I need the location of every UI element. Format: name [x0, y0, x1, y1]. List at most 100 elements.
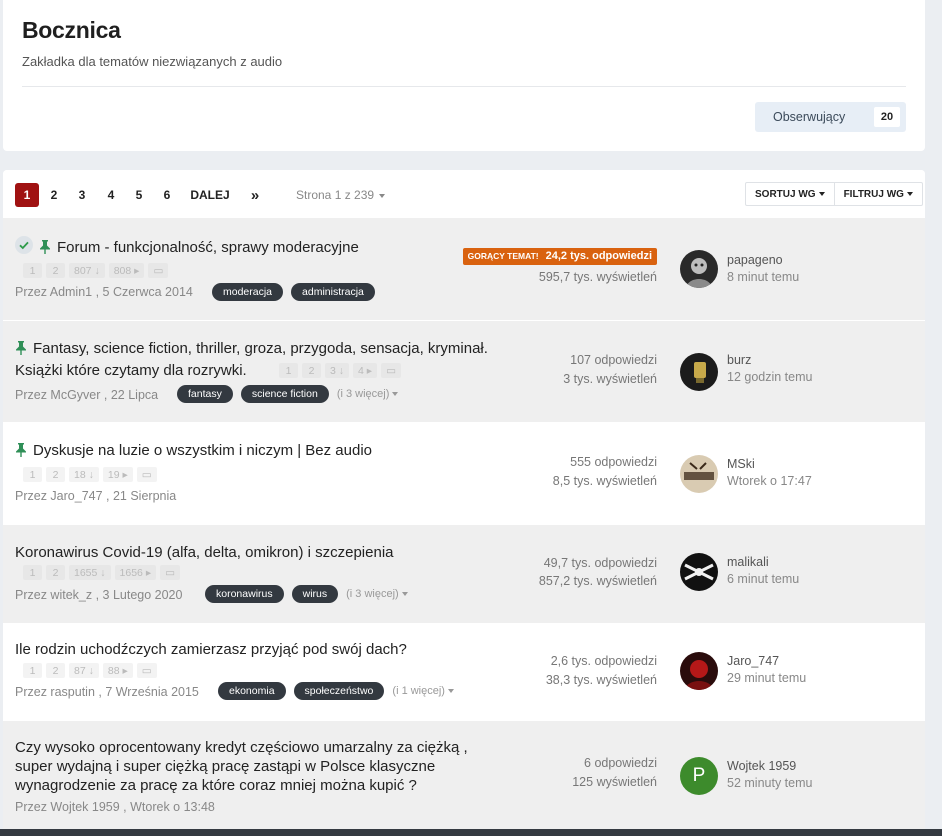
topic-page-link[interactable]: 2 [302, 363, 321, 378]
last-post-time[interactable]: 29 minut temu [727, 670, 806, 687]
topic-page-link[interactable]: 88 ▸ [102, 663, 133, 678]
tag[interactable]: moderacja [212, 283, 284, 301]
topic-title[interactable]: Koronawirus Covid-19 (alfa, delta, omikr… [15, 543, 394, 562]
topic-row[interactable]: Czy wysoko oprocentowany kredyt częściow… [3, 721, 925, 830]
topic-row[interactable]: Forum - funkcjonalność, sprawy moderacyj… [3, 218, 925, 320]
last-post-time[interactable]: 8 minut temu [727, 269, 799, 286]
caret-right-icon: ▸ [366, 364, 373, 377]
topic-page-link[interactable]: 1 [23, 565, 42, 580]
follow-count: 20 [874, 107, 900, 127]
topic-preview-icon[interactable]: ▭ [136, 663, 157, 678]
avatar[interactable]: P [680, 757, 718, 795]
topic-page-link[interactable]: 808 ▸ [108, 263, 145, 278]
topic-page-link[interactable]: 18 ↓ [69, 467, 99, 482]
view-count: 857,2 tys. wyświetleń [538, 574, 657, 588]
topic-title-line[interactable]: Forum - funkcjonalność, sprawy moderacyj… [15, 236, 359, 259]
avatar[interactable] [680, 353, 718, 391]
topic-title[interactable]: Forum - funkcjonalność, sprawy moderacyj… [57, 239, 359, 256]
footer-bar [0, 829, 942, 836]
topic-preview-icon[interactable]: ▭ [136, 467, 157, 482]
page-info: Strona 1 z 239 [296, 188, 375, 202]
tag[interactable]: fantasy [177, 385, 233, 403]
topic-page-link[interactable]: 1 [279, 363, 298, 378]
topic-page-link[interactable]: 3 ↓ [325, 363, 350, 378]
topic-preview-icon[interactable]: ▭ [160, 565, 181, 580]
sort-label: SORTUJ WG [755, 188, 816, 200]
follow-button[interactable]: Obserwujący 20 [755, 102, 906, 132]
topic-page-link[interactable]: 1655 ↓ [69, 565, 111, 580]
topic-page-link[interactable]: 2 [46, 467, 65, 482]
avatar[interactable] [680, 652, 718, 690]
topic-title[interactable]: Dyskusje na luzie o wszystkim i niczym |… [33, 442, 372, 459]
last-poster-name[interactable]: Jaro_747 [727, 653, 806, 670]
page-link-2[interactable]: 2 [47, 183, 61, 207]
last-page-button[interactable]: » [246, 183, 264, 207]
arrow-down-icon: ↓ [338, 364, 345, 377]
page-link-6[interactable]: 6 [160, 183, 174, 207]
topic-title-line-2[interactable]: Książki które czytamy dla rozrywki. [15, 361, 247, 380]
page-link-5[interactable]: 5 [132, 183, 146, 207]
topic-page-link[interactable]: 2 [46, 663, 65, 678]
topic-page-link[interactable]: 2 [46, 565, 65, 580]
topic-page-link[interactable]: 87 ↓ [69, 663, 99, 678]
page-link-3[interactable]: 3 [75, 183, 89, 207]
sort-button[interactable]: SORTUJ WG [746, 183, 834, 205]
topic-page-link[interactable]: 807 ↓ [69, 263, 105, 278]
last-poster: MSki Wtorek o 17:47 [727, 456, 812, 490]
topic-page-link[interactable]: 4 ▸ [353, 363, 378, 378]
topic-preview-icon[interactable]: ▭ [381, 363, 401, 378]
topic-title[interactable]: Fantasy, science fiction, thriller, groz… [33, 340, 488, 357]
topic-title-line[interactable]: Dyskusje na luzie o wszystkim i niczym |… [15, 441, 372, 462]
topic-title-line-3[interactable]: wynagrodzenie za pracę za które coraz mn… [15, 776, 417, 795]
tag[interactable]: społeczeństwo [293, 682, 385, 700]
last-poster-name[interactable]: burz [727, 352, 812, 369]
more-tags-toggle[interactable]: (i 1 więcej) [392, 685, 454, 697]
last-poster: burz 12 godzin temu [727, 352, 812, 386]
topic-page-link[interactable]: 1 [23, 663, 42, 678]
tag[interactable]: koronawirus [205, 585, 284, 603]
tag[interactable]: administracja [291, 283, 375, 301]
topic-row[interactable]: Fantasy, science fiction, thriller, groz… [3, 321, 925, 422]
tag[interactable]: ekonomia [218, 682, 286, 700]
page-jump[interactable]: Strona 1 z 239 [296, 188, 386, 202]
last-poster: papageno 8 minut temu [727, 252, 799, 286]
avatar[interactable] [680, 455, 718, 493]
topic-title-line-2[interactable]: super wydajną i super ciężką pracę zastą… [15, 757, 435, 776]
last-post-time[interactable]: 6 minut temu [727, 571, 799, 588]
topic-page-link[interactable]: 1 [23, 467, 42, 482]
last-post-time[interactable]: Wtorek o 17:47 [727, 473, 812, 490]
tag[interactable]: science fiction [240, 385, 329, 403]
last-post-time[interactable]: 52 minuty temu [727, 775, 812, 792]
topic-page-link[interactable]: 19 ▸ [102, 467, 133, 482]
topic-title[interactable]: Ile rodzin uchodźczych zamierzasz przyją… [15, 640, 407, 659]
last-poster-name[interactable]: malikali [727, 554, 799, 571]
topic-tags: koronawirus wirus (i 3 więcej) [205, 585, 408, 603]
more-tags-toggle[interactable]: (i 3 więcej) [346, 588, 408, 600]
topic-title[interactable]: Czy wysoko oprocentowany kredyt częściow… [15, 738, 468, 757]
page-current[interactable]: 1 [15, 183, 39, 207]
tag[interactable]: wirus [291, 585, 339, 603]
next-page-button[interactable]: DALEJ [190, 183, 230, 207]
topic-preview-icon[interactable]: ▭ [148, 263, 169, 278]
last-post-time[interactable]: 12 godzin temu [727, 369, 812, 386]
page-title: Bocznica [22, 17, 121, 43]
caret-right-icon: ▸ [122, 664, 128, 677]
filter-button[interactable]: FILTRUJ WG [833, 183, 922, 205]
last-poster-name[interactable]: MSki [727, 456, 812, 473]
more-tags-toggle[interactable]: (i 3 więcej) [337, 388, 399, 400]
topic-row[interactable]: Koronawirus Covid-19 (alfa, delta, omikr… [3, 525, 925, 623]
page-link-4[interactable]: 4 [104, 183, 118, 207]
topic-row[interactable]: Dyskusje na luzie o wszystkim i niczym |… [3, 423, 925, 524]
topic-title-line[interactable]: Fantasy, science fiction, thriller, groz… [15, 339, 488, 360]
follow-label: Obserwujący [773, 110, 846, 124]
last-poster: malikali 6 minut temu [727, 554, 799, 588]
avatar[interactable] [680, 250, 718, 288]
topic-page-link[interactable]: 2 [46, 263, 65, 278]
topic-author: Przez Jaro_747 , 21 Sierpnia [15, 489, 177, 503]
last-poster-name[interactable]: papageno [727, 252, 799, 269]
topic-page-link[interactable]: 1656 ▸ [114, 565, 157, 580]
topic-row[interactable]: Ile rodzin uchodźczych zamierzasz przyją… [3, 624, 925, 720]
avatar[interactable] [680, 553, 718, 591]
topic-page-link[interactable]: 1 [23, 263, 42, 278]
last-poster-name[interactable]: Wojtek 1959 [727, 758, 812, 775]
